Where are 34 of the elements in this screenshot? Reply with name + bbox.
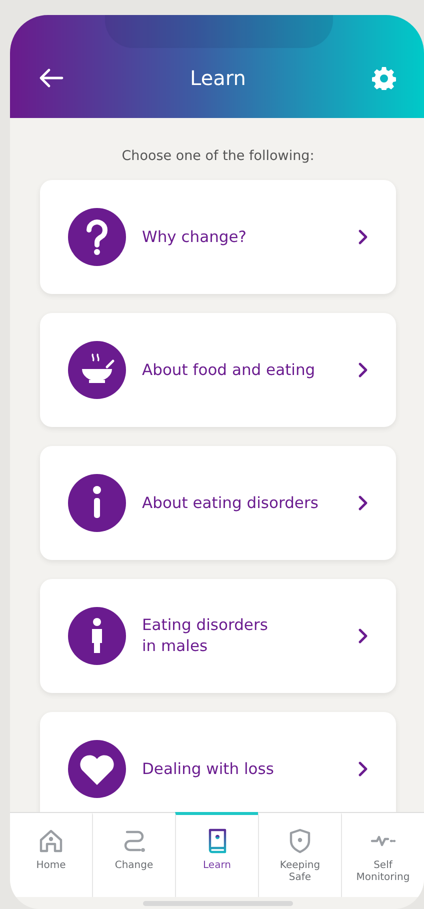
chevron-right-icon: [358, 761, 368, 777]
tab-label: Self Monitoring: [356, 860, 410, 884]
topic-card[interactable]: Eating disorders in males: [40, 579, 396, 693]
settings-icon[interactable]: [372, 66, 396, 90]
topic-label: Why change?: [142, 226, 248, 248]
chevron-right-icon: [358, 362, 368, 378]
nav-tab[interactable]: Self Monitoring: [341, 812, 424, 897]
tab-label: Change: [114, 860, 154, 872]
chevron-right-icon: [358, 628, 368, 644]
topic-card[interactable]: About food and eating: [40, 313, 396, 427]
topic-card[interactable]: Dealing with loss: [40, 712, 396, 812]
screen-title: Learn: [190, 66, 246, 90]
topic-card[interactable]: Why change?: [40, 180, 396, 294]
nav-tab[interactable]: Keeping Safe: [258, 812, 341, 897]
topic-label: About food and eating: [142, 360, 316, 380]
topic-label: Dealing with loss: [142, 758, 275, 780]
topic-label: Eating disorders in males: [142, 615, 269, 657]
nav-tab[interactable]: Learn: [175, 812, 258, 897]
back-arrow-icon[interactable]: [38, 68, 64, 88]
info-icon: [67, 473, 127, 533]
bowl-icon: [67, 340, 127, 400]
instruction-text: Choose one of the following:: [120, 148, 316, 164]
topic-card[interactable]: About eating disorders: [40, 446, 396, 560]
person-icon: [67, 606, 127, 666]
topic-label: About eating disorders: [142, 492, 320, 514]
tab-label: Keeping Safe: [280, 860, 320, 884]
tab-label: Learn: [203, 860, 231, 872]
nav-tab[interactable]: Change: [92, 812, 175, 897]
chevron-right-icon: [358, 229, 368, 245]
question-icon: [67, 207, 127, 267]
tab-label: Home: [36, 860, 66, 872]
chevron-right-icon: [358, 495, 368, 511]
house-icon: [37, 827, 65, 855]
nav-tab[interactable]: Home: [10, 812, 92, 897]
